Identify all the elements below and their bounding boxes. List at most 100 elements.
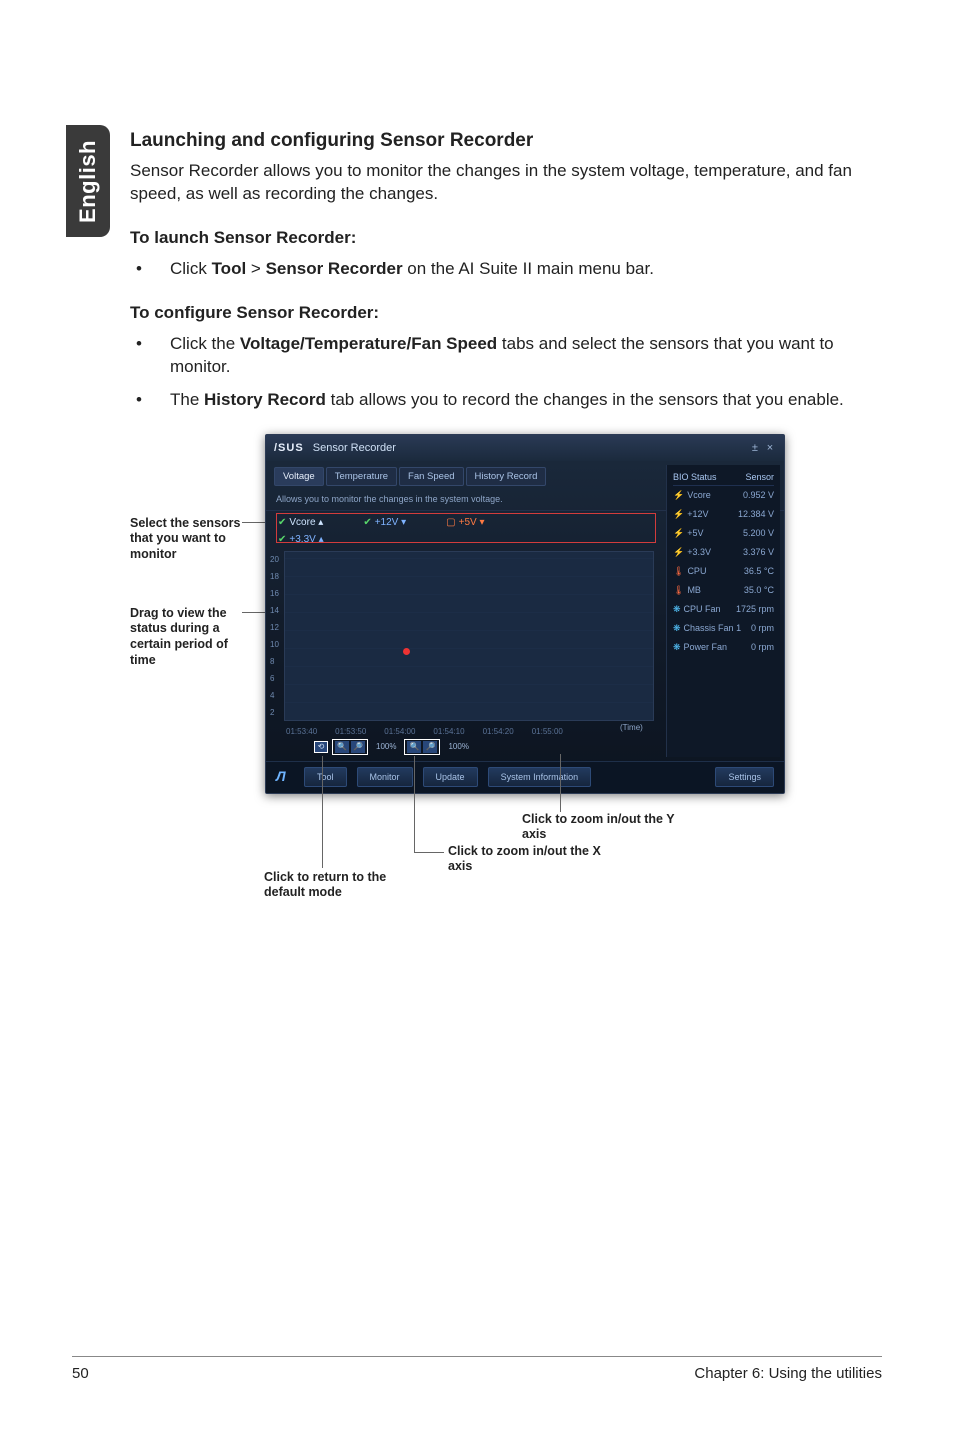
chart-area[interactable] (284, 551, 654, 721)
sort-icon: ▾ (479, 517, 484, 528)
x-tick: 01:54:20 (483, 727, 514, 736)
status-row: 🌡CPU 36.5 °C (673, 562, 774, 581)
status-name: CPU (687, 566, 706, 576)
status-value: 0 rpm (751, 642, 774, 653)
zoom-x-out-button[interactable]: 🔎 (423, 741, 437, 753)
status-value: 12.384 V (738, 509, 774, 520)
sensor-label: +3.3V (289, 534, 315, 545)
pin-icon[interactable]: ± (749, 442, 761, 454)
status-row: ⚡+5V5.200 V (673, 524, 774, 543)
bottom-monitor-button[interactable]: Monitor (357, 767, 413, 787)
fan-icon: ❋ (673, 604, 681, 614)
zoom-x-in-button[interactable]: 🔍 (407, 741, 421, 753)
status-name: +5V (687, 528, 703, 538)
status-row: ❋Chassis Fan 10 rpm (673, 619, 774, 638)
section-heading: Launching and configuring Sensor Recorde… (130, 130, 890, 152)
leader-line (414, 756, 415, 852)
sort-icon: ▴ (319, 534, 324, 545)
zoom-y-out-button[interactable]: 🔎 (351, 741, 365, 753)
page-number: 50 (72, 1365, 89, 1382)
bolt-icon: ⚡ (673, 547, 684, 557)
status-row: ❋CPU Fan 1725 rpm (673, 600, 774, 619)
y-tick: 16 (270, 585, 279, 602)
y-tick: 8 (270, 653, 279, 670)
status-side-panel: BIO Status Sensor ⚡Vcore0.952 V ⚡+12V12.… (666, 465, 780, 757)
bottom-tool-button[interactable]: Tool (304, 767, 347, 787)
tab-voltage[interactable]: Voltage (274, 467, 324, 486)
window-buttons: ± × (749, 442, 776, 454)
txt-bold: Voltage/Temperature/Fan Speed (240, 334, 497, 353)
status-name: +12V (687, 509, 708, 519)
x-tick: 01:55:00 (532, 727, 563, 736)
status-value: 1725 rpm (736, 604, 774, 615)
status-name: Chassis Fan 1 (684, 623, 742, 633)
status-name: Power Fan (684, 642, 728, 652)
leader-line (560, 754, 561, 812)
bullet-dot: • (130, 389, 170, 412)
chart-y-axis: 20 18 16 14 12 10 8 6 4 2 (270, 551, 279, 721)
txt-frag: > (246, 259, 265, 278)
page-content: Launching and configuring Sensor Recorde… (130, 130, 890, 954)
zoom-x-value: 100% (444, 742, 472, 751)
label-select-sensors: Select the sensors that you want to moni… (130, 516, 250, 563)
launch-bullet-1: • Click Tool > Sensor Recorder on the AI… (130, 258, 890, 281)
txt-frag: tab allows you to record the changes in … (326, 390, 844, 409)
tab-history-record[interactable]: History Record (466, 467, 547, 486)
sensor-label: +5V (459, 517, 477, 528)
bullet-text: The History Record tab allows you to rec… (170, 389, 890, 412)
fan-icon: ❋ (673, 642, 681, 652)
thermometer-icon: 🌡 (673, 566, 684, 576)
status-value: 0 rpm (751, 623, 774, 634)
check-icon: ✔ (278, 534, 286, 545)
sensor-label: Vcore (289, 517, 315, 528)
bottom-bar: Л Tool Monitor Update System Information… (266, 761, 784, 793)
status-value: 3.376 V (743, 547, 774, 558)
bolt-icon: ⚡ (673, 509, 684, 519)
status-name: CPU Fan (684, 604, 721, 614)
label-zoom-y: Click to zoom in/out the Y axis (522, 812, 692, 843)
check-icon: ✔ (363, 517, 371, 528)
reset-zoom-button[interactable]: ⟲ (314, 741, 328, 753)
sensor-label: +12V (375, 517, 399, 528)
side-header-left: BIO Status (673, 472, 717, 482)
y-tick: 10 (270, 636, 279, 653)
bottom-settings-button[interactable]: Settings (715, 767, 774, 787)
zoom-y-in-button[interactable]: 🔍 (335, 741, 349, 753)
sensor-12v[interactable]: ✔ +12V ▾ (363, 517, 406, 528)
config-bullet-2: • The History Record tab allows you to r… (130, 389, 890, 412)
status-value: 0.952 V (743, 490, 774, 501)
language-tab: English (66, 125, 110, 237)
side-header-right: Sensor (745, 472, 774, 482)
tab-fan-speed[interactable]: Fan Speed (399, 467, 463, 486)
sensor-vcore[interactable]: ✔Vcore ▴ (278, 517, 323, 528)
sort-icon: ▾ (401, 517, 406, 528)
zoom-y-group: 🔍 🔎 (332, 739, 368, 755)
y-tick: 20 (270, 551, 279, 568)
bullet-text: Click the Voltage/Temperature/Fan Speed … (170, 333, 890, 379)
y-tick: 4 (270, 687, 279, 704)
tab-temperature[interactable]: Temperature (326, 467, 397, 486)
status-value: 36.5 °C (744, 566, 774, 577)
sensor-5v[interactable]: ▢+5V ▾ (446, 517, 484, 528)
txt-frag: Click the (170, 334, 240, 353)
y-tick: 6 (270, 670, 279, 687)
y-tick: 14 (270, 602, 279, 619)
status-value: 5.200 V (743, 528, 774, 539)
bullet-dot: • (130, 258, 170, 281)
txt-frag: The (170, 390, 204, 409)
figure: Select the sensors that you want to moni… (130, 434, 890, 954)
bullet-text: Click Tool > Sensor Recorder on the AI S… (170, 258, 890, 281)
close-icon[interactable]: × (764, 442, 776, 454)
sensor-recorder-window: /SUS Sensor Recorder ± × Voltage Tempera… (265, 434, 785, 794)
zoom-y-value: 100% (372, 742, 400, 751)
sort-icon: ▴ (318, 517, 323, 528)
language-tab-label: English (75, 140, 101, 223)
bottom-update-button[interactable]: Update (423, 767, 478, 787)
time-axis-label: (Time) (620, 723, 643, 732)
y-tick: 12 (270, 619, 279, 636)
bullet-dot: • (130, 333, 170, 379)
bottom-sysinfo-button[interactable]: System Information (488, 767, 592, 787)
config-bullet-1: • Click the Voltage/Temperature/Fan Spee… (130, 333, 890, 379)
titlebar-left: /SUS Sensor Recorder (274, 442, 396, 454)
titlebar: /SUS Sensor Recorder ± × (266, 435, 784, 461)
